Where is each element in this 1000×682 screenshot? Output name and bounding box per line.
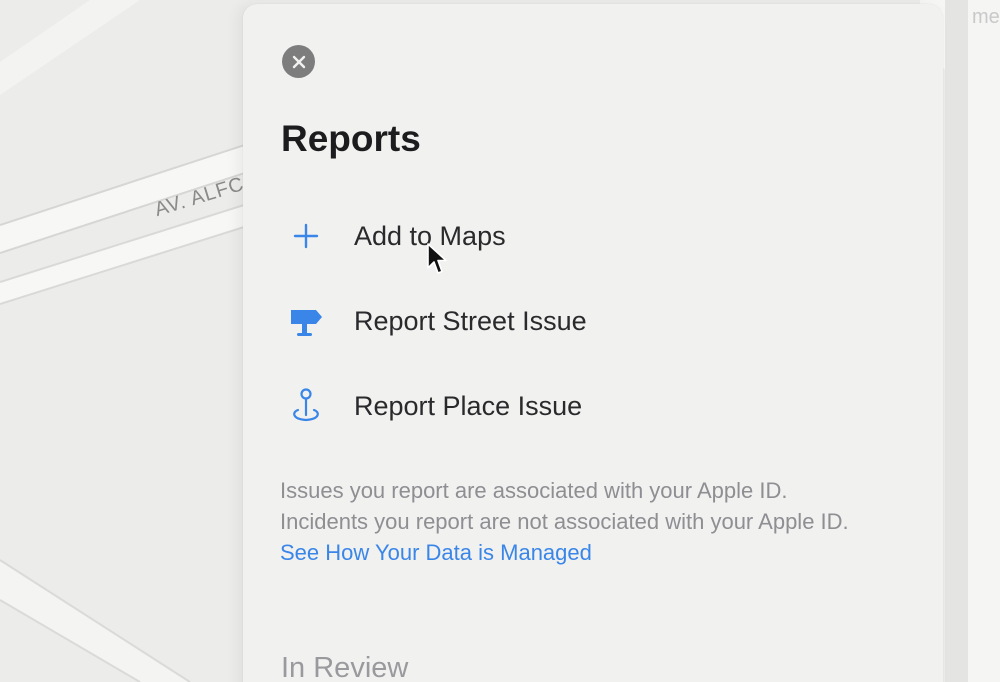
report-place-issue-button[interactable]: Report Place Issue (280, 381, 780, 431)
plus-icon (278, 216, 334, 256)
place-pin-icon (278, 386, 334, 426)
add-to-maps-button[interactable]: Add to Maps (280, 211, 780, 261)
privacy-footnote: Issues you report are associated with yo… (280, 475, 880, 568)
mouse-cursor-icon (427, 243, 447, 274)
panel-title: Reports (281, 118, 421, 159)
report-place-issue-label: Report Place Issue (354, 390, 583, 421)
close-icon (292, 55, 305, 68)
street-sign-icon (278, 301, 334, 341)
maps-window: AV. ALFC me Reports Add to Maps Report S… (0, 0, 1000, 682)
data-managed-link[interactable]: See How Your Data is Managed (280, 540, 592, 565)
close-button[interactable] (282, 45, 315, 78)
right-edge-text: me (972, 6, 1000, 28)
report-street-issue-label: Report Street Issue (354, 305, 587, 336)
privacy-footnote-text: Issues you report are associated with yo… (280, 478, 849, 534)
report-street-issue-button[interactable]: Report Street Issue (280, 296, 780, 346)
in-review-heading: In Review (281, 652, 409, 682)
